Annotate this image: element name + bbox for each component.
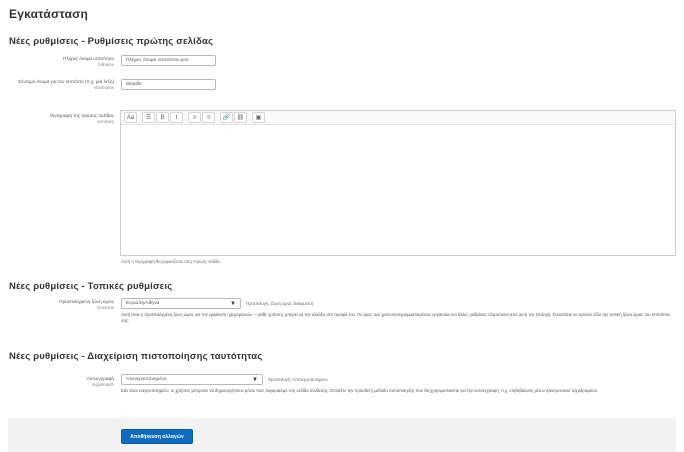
registerauth-description: Εάν είναι ενεργοποιημένο, οι χρήστες μπο… <box>121 388 599 393</box>
section-heading-frontpage: Νέες ρυθμίσεις - Ρυθμίσεις πρώτης σελίδα… <box>9 36 214 47</box>
timezone-select[interactable]: Ευρώπη/Αθήνα ▼ <box>121 298 241 309</box>
editor-expand-icon[interactable]: Αa <box>124 112 137 123</box>
shortname-label: Σύντομο όνομα για τον ιστοτόπο (π.χ. μία… <box>6 79 114 90</box>
timezone-default-note: Προεπιλογή: Ζώνη ώρας διακομιστή <box>246 301 314 306</box>
editor-italic-icon[interactable]: I <box>170 112 183 123</box>
summary-note: Αυτή η περιγραφή θα εμφανίζεται στην πρώ… <box>121 259 220 264</box>
timezone-select-value: Ευρώπη/Αθήνα <box>126 301 160 306</box>
registerauth-label-text: Αυτοεγγραφή <box>86 376 114 381</box>
shortname-input[interactable]: Moodle <box>121 79 216 90</box>
editor-link-icon[interactable]: 🔗 <box>220 112 233 123</box>
editor-content-area[interactable] <box>121 125 675 256</box>
timezone-description: Αυτή είναι η προεπιλεγμένη ζώνη ώρας για… <box>121 312 671 323</box>
summary-editor[interactable]: Αa ☰ B I ≡ ≡ 🔗 ⛓ ▣ <box>120 110 676 256</box>
shortname-setting-id: shortname <box>94 84 114 90</box>
editor-toolbar: Αa ☰ B I ≡ ≡ 🔗 ⛓ ▣ <box>121 111 675 125</box>
editor-bold-icon[interactable]: B <box>156 112 169 123</box>
shortname-label-text: Σύντομο όνομα για τον ιστοτόπο (π.χ. μία… <box>18 79 114 84</box>
section-heading-auth: Νέες ρυθμίσεις - Διαχείριση πιστοποίησης… <box>9 351 263 362</box>
chevron-down-icon: ▼ <box>252 376 258 383</box>
summary-label-text: Περιγραφή της πρώτης σελίδας <box>49 113 114 118</box>
registerauth-select[interactable]: Απενεργοποιημένο ▼ <box>121 374 263 385</box>
save-changes-button[interactable]: Αποθήκευση αλλαγών <box>121 429 193 444</box>
section-heading-location: Νέες ρυθμίσεις - Τοπικές ρυθμίσεις <box>9 281 173 292</box>
page-title: Εγκατάσταση <box>9 7 89 21</box>
summary-label: Περιγραφή της πρώτης σελίδας summary <box>6 113 114 124</box>
fullname-input[interactable]: Πλήρες όνομα ιστοτόπου μου <box>121 55 216 66</box>
editor-image-icon[interactable]: ▣ <box>252 112 265 123</box>
summary-setting-id: summary <box>96 118 114 124</box>
editor-bullet-list-icon[interactable]: ≡ <box>188 112 201 123</box>
editor-numbered-list-icon[interactable]: ≡ <box>202 112 215 123</box>
editor-unlink-icon[interactable]: ⛓ <box>234 112 247 123</box>
registerauth-default-note: Προεπιλογή: Απενεργοποιημένο <box>268 377 328 382</box>
registerauth-select-value: Απενεργοποιημένο <box>126 377 167 382</box>
timezone-label: Προεπιλεγμένη ζώνη ώρας timezone <box>6 299 114 310</box>
editor-style-icon[interactable]: ☰ <box>142 112 155 123</box>
registerauth-label: Αυτοεγγραφή registerauth <box>6 376 114 387</box>
chevron-down-icon: ▼ <box>230 300 236 307</box>
fullname-label: Πλήρες όνομα ιστοτόπου fullname <box>6 56 114 67</box>
fullname-setting-id: fullname <box>98 61 114 67</box>
registerauth-setting-id: registerauth <box>91 381 114 387</box>
timezone-label-text: Προεπιλεγμένη ζώνη ώρας <box>59 299 114 304</box>
form-footer <box>8 418 676 452</box>
timezone-setting-id: timezone <box>97 304 114 310</box>
fullname-label-text: Πλήρες όνομα ιστοτόπου <box>63 56 114 61</box>
